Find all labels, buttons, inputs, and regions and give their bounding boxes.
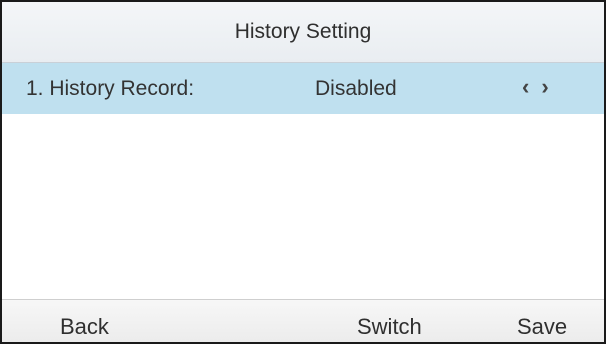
title-bar: History Setting [2,2,604,63]
history-record-label: 1. History Record: [26,77,195,100]
value-switch-arrows[interactable]: ‹ › [522,74,549,100]
history-record-value[interactable]: Disabled [315,77,397,101]
phone-screen: History Setting 1. History Record: Disab… [0,0,606,344]
page-title: History Setting [234,20,372,43]
save-softkey[interactable]: Save [517,314,567,340]
back-softkey[interactable]: Back [60,314,109,340]
chevron-left-icon[interactable]: ‹ [522,74,529,100]
empty-content-area [2,114,604,304]
chevron-right-icon[interactable]: › [541,74,548,100]
history-record-row[interactable]: 1. History Record: Disabled ‹ › [2,63,604,114]
switch-softkey[interactable]: Switch [357,314,422,340]
softkey-bar: Back Switch Save [2,299,604,342]
